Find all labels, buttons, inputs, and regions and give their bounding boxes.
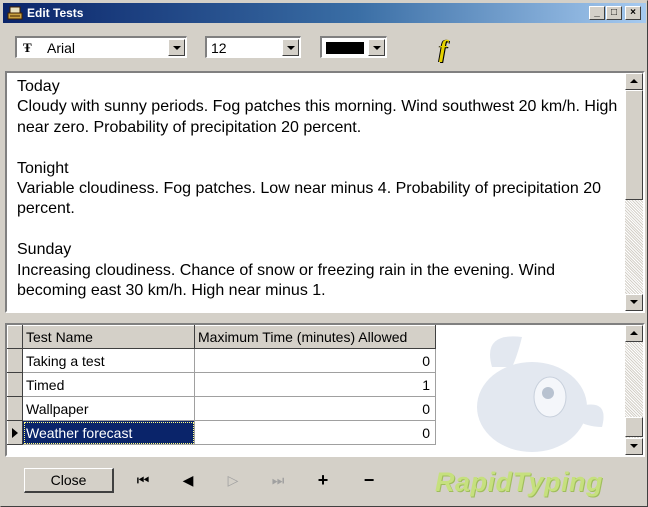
text-color-select[interactable] [320, 36, 387, 58]
close-button[interactable]: Close [24, 468, 114, 493]
max-time-cell[interactable]: 0 [194, 396, 436, 421]
navigation-bar: Close ⏮ ◀ ▷ ⏭ + − RapidTyping [5, 459, 645, 504]
font-select[interactable]: Ŧ Arial [15, 36, 187, 58]
table-row-selected[interactable]: Weather forecast 0 [7, 420, 436, 445]
max-time-cell[interactable]: 0 [194, 348, 436, 373]
maximize-button[interactable]: □ [606, 6, 622, 20]
minimize-button[interactable]: _ [589, 6, 605, 20]
test-text-content[interactable]: Today Cloudy with sunny periods. Fog pat… [17, 77, 622, 301]
first-record-icon[interactable]: ⏮ [131, 469, 155, 491]
max-time-cell[interactable]: 1 [194, 372, 436, 397]
test-name-cell[interactable]: Wallpaper [22, 396, 195, 421]
edit-tests-window: Edit Tests _ □ × Ŧ Arial 12 f Today Clou… [0, 0, 648, 507]
row-indicator[interactable] [7, 420, 23, 445]
table-row[interactable]: Timed 1 [7, 372, 436, 397]
keyboard-app-icon [7, 6, 23, 20]
font-size-select[interactable]: 12 [205, 36, 301, 58]
table-row[interactable]: Taking a test 0 [7, 348, 436, 373]
current-row-arrow-icon [12, 428, 18, 438]
close-window-button[interactable]: × [625, 6, 641, 20]
test-name-cell[interactable]: Taking a test [22, 348, 195, 373]
fish-watermark-icon [477, 336, 604, 452]
row-indicator[interactable] [7, 348, 23, 373]
scroll-down-button[interactable] [625, 438, 643, 455]
row-indicator[interactable] [7, 372, 23, 397]
rapidtyping-logo: RapidTyping [435, 467, 603, 497]
scroll-up-button[interactable] [625, 325, 643, 342]
row-indicator-header [7, 325, 23, 349]
column-header-max-time[interactable]: Maximum Time (minutes) Allowed [194, 325, 436, 349]
delete-record-icon[interactable]: − [357, 469, 381, 491]
row-indicator[interactable] [7, 396, 23, 421]
window-title: Edit Tests [27, 6, 84, 20]
chevron-down-icon[interactable] [282, 39, 299, 56]
test-name-cell[interactable]: Timed [22, 372, 195, 397]
tests-table: Test Name Maximum Time (minutes) Allowed… [7, 325, 436, 445]
last-record-icon[interactable]: ⏭ [266, 469, 290, 491]
chevron-down-icon[interactable] [368, 39, 385, 56]
scroll-up-button[interactable] [625, 73, 643, 90]
next-record-icon[interactable]: ▷ [221, 469, 245, 491]
table-row[interactable]: Wallpaper 0 [7, 396, 436, 421]
max-time-cell[interactable]: 0 [194, 420, 436, 445]
prev-record-icon[interactable]: ◀ [176, 469, 200, 491]
font-effects-icon[interactable]: f [439, 37, 447, 64]
color-swatch [326, 42, 364, 54]
scroll-thumb[interactable] [625, 90, 643, 200]
test-name-cell[interactable]: Weather forecast [22, 420, 195, 445]
tests-grid[interactable]: Test Name Maximum Time (minutes) Allowed… [5, 323, 645, 457]
scroll-down-button[interactable] [625, 294, 643, 311]
add-record-icon[interactable]: + [311, 469, 335, 491]
scroll-thumb[interactable] [625, 417, 643, 437]
font-size-value: 12 [211, 40, 227, 56]
truetype-font-icon: Ŧ [23, 40, 32, 55]
test-text-editor[interactable]: Today Cloudy with sunny periods. Fog pat… [5, 71, 645, 313]
chevron-down-icon[interactable] [168, 39, 185, 56]
title-bar[interactable]: Edit Tests _ □ × [3, 3, 646, 23]
editor-scrollbar[interactable] [625, 73, 643, 311]
column-header-test-name[interactable]: Test Name [22, 325, 195, 349]
grid-scrollbar[interactable] [625, 325, 643, 455]
font-select-value: Arial [47, 40, 76, 56]
